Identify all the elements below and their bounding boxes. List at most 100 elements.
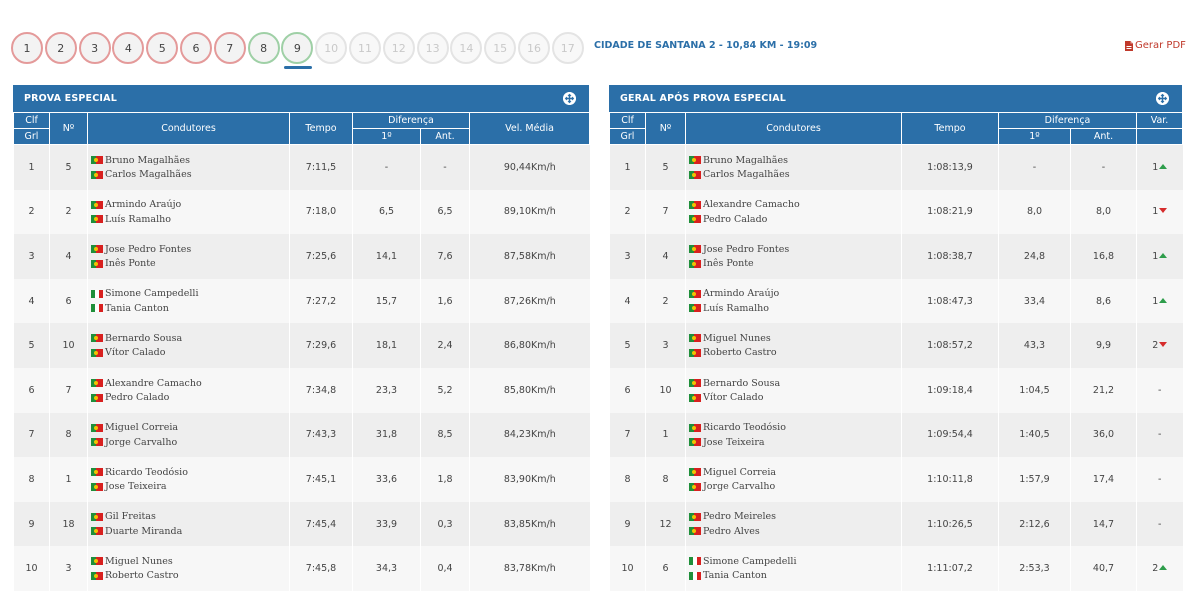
generate-pdf-link[interactable]: Gerar PDF: [1125, 40, 1186, 51]
drivers-cell: Ricardo Teodósio Jose Teixeira: [685, 412, 902, 458]
stage-button[interactable]: 14: [450, 32, 483, 64]
expand-icon[interactable]: [563, 92, 576, 105]
car-number-cell: 3: [645, 323, 686, 368]
stage-button[interactable]: 11: [349, 32, 381, 64]
codriver-name: Luís Ramalho: [105, 213, 171, 225]
portugal-flag-icon: [91, 348, 103, 357]
table-row: 6 7 Alexandre Camacho Pedro Calado 7:34,8 23,…: [13, 367, 590, 413]
portugal-flag-icon: [689, 482, 701, 491]
driver-name: Miguel Nunes: [703, 332, 771, 344]
stage-button[interactable]: 17: [551, 32, 584, 64]
generate-pdf-label: Gerar PDF: [1135, 40, 1186, 51]
diff-prev-cell: -: [1069, 144, 1137, 190]
stage-button[interactable]: 4: [112, 32, 145, 64]
table-row: 9 18 Gil Freitas Duarte Miranda 7:45,4 33,9 0,…: [13, 501, 590, 547]
diff-prev-cell: 8,5: [419, 412, 470, 458]
avg-speed-cell: 83,78Km/h: [469, 546, 590, 591]
stage-button[interactable]: 10: [315, 32, 348, 64]
diff-prev-cell: 21,2: [1069, 367, 1137, 413]
portugal-flag-icon: [91, 156, 103, 165]
stage-button[interactable]: 5: [146, 32, 179, 64]
variation-cell: -: [1136, 501, 1183, 547]
codriver-name: Pedro Calado: [105, 392, 170, 404]
stage-button[interactable]: 8: [247, 32, 280, 64]
codriver-name-line: Jorge Carvalho: [91, 435, 289, 450]
codriver-name: Jorge Carvalho: [105, 436, 178, 448]
diff-prev-cell: 6,5: [419, 189, 470, 235]
variation-value: -: [1158, 473, 1162, 485]
codriver-name-line: Inês Ponte: [91, 256, 289, 271]
stage-button[interactable]: 12: [382, 32, 415, 64]
drivers-cell: Jose Pedro Fontes Inês Ponte: [685, 234, 902, 279]
variation-value: 2: [1152, 340, 1159, 352]
table-row: 8 1 Ricardo Teodósio Jose Teixeira 7:45,1 33,…: [13, 457, 590, 502]
stage-button[interactable]: 7: [213, 32, 246, 64]
driver-name-line: Miguel Nunes: [91, 554, 289, 569]
portugal-flag-icon: [689, 259, 701, 268]
arrow-up-icon: [1159, 252, 1168, 258]
portugal-flag-icon: [689, 170, 701, 179]
portugal-flag-icon: [689, 348, 701, 357]
stage-button[interactable]: 3: [78, 32, 111, 64]
variation-cell: 2: [1136, 546, 1183, 591]
arrow-down-icon: [1159, 342, 1168, 348]
car-number-cell: 18: [49, 501, 88, 547]
expand-icon[interactable]: [1156, 92, 1169, 105]
driver-name-line: Miguel Correia: [91, 420, 289, 435]
position-cell: 1: [13, 144, 50, 190]
time-cell: 1:08:38,7: [901, 234, 999, 279]
avg-speed-cell: 84,23Km/h: [469, 412, 590, 458]
drivers-cell: Bruno Magalhães Carlos Magalhães: [685, 144, 902, 190]
overall-results-panel: GERAL APÓS PROVA ESPECIAL Clf Nº Conduto…: [609, 85, 1184, 591]
portugal-flag-icon: [689, 156, 701, 165]
diff-prev-cell: 1,8: [419, 457, 470, 502]
stage-results-panel: PROVA ESPECIAL Clf Nº Condutores Tempo D…: [13, 85, 591, 591]
diff-first-cell: 34,3: [352, 546, 421, 591]
diff-first-cell: 31,8: [352, 412, 421, 458]
driver-name: Bruno Magalhães: [703, 154, 788, 166]
col-speed: Vel. Média: [469, 112, 591, 145]
overall-results-header: GERAL APÓS PROVA ESPECIAL: [609, 85, 1182, 112]
col-var: Var.: [1136, 112, 1184, 129]
codriver-name-line: Luís Ramalho: [91, 212, 289, 227]
portugal-flag-icon: [689, 215, 701, 224]
stage-button[interactable]: 9: [281, 32, 314, 64]
diff-prev-cell: 0,4: [419, 546, 470, 591]
portugal-flag-icon: [689, 245, 701, 254]
driver-name-line: Miguel Correia: [689, 465, 901, 480]
diff-first-cell: 33,6: [352, 457, 421, 502]
table-row: 7 1 Ricardo Teodósio Jose Teixeira 1:09:54,4…: [609, 412, 1183, 458]
avg-speed-cell: 86,80Km/h: [469, 323, 590, 368]
codriver-name: Luís Ramalho: [703, 302, 769, 314]
stage-button[interactable]: 15: [484, 32, 517, 64]
time-cell: 7:25,6: [289, 234, 353, 279]
position-cell: 4: [13, 278, 50, 324]
stage-button[interactable]: 2: [44, 32, 77, 64]
portugal-flag-icon: [91, 170, 103, 179]
portugal-flag-icon: [689, 200, 701, 209]
stage-button[interactable]: 6: [180, 32, 212, 64]
stage-button[interactable]: 1: [11, 32, 43, 64]
driver-name: Armindo Araújo: [105, 199, 182, 211]
stage-button[interactable]: 13: [416, 32, 449, 64]
variation-cell: 1: [1136, 144, 1183, 190]
codriver-name-line: Roberto Castro: [91, 569, 289, 584]
position-cell: 4: [609, 278, 646, 324]
col-clf: Clf: [13, 112, 50, 129]
italy-flag-icon: [689, 571, 701, 580]
portugal-flag-icon: [689, 438, 701, 447]
diff-first-cell: 33,9: [352, 501, 421, 547]
stage-button[interactable]: 16: [518, 32, 550, 64]
driver-name-line: Bruno Magalhães: [91, 153, 289, 168]
codriver-name-line: Tania Canton: [689, 569, 901, 584]
codriver-name: Jose Teixeira: [105, 481, 167, 493]
stage-results-table: Clf Nº Condutores Tempo Diferença Vel. M…: [13, 112, 591, 591]
variation-cell: 1: [1136, 234, 1183, 279]
diff-first-cell: 24,8: [998, 234, 1071, 279]
table-row: 5 3 Miguel Nunes Roberto Castro 1:08:57,2 43,…: [609, 323, 1183, 368]
codriver-name: Jorge Carvalho: [703, 481, 776, 493]
table-row: 3 4 Jose Pedro Fontes Inês Ponte 1:08:38,7 24…: [609, 234, 1183, 279]
position-cell: 3: [13, 234, 50, 279]
codriver-name: Carlos Magalhães: [703, 169, 790, 181]
diff-prev-cell: 0,3: [419, 501, 470, 547]
